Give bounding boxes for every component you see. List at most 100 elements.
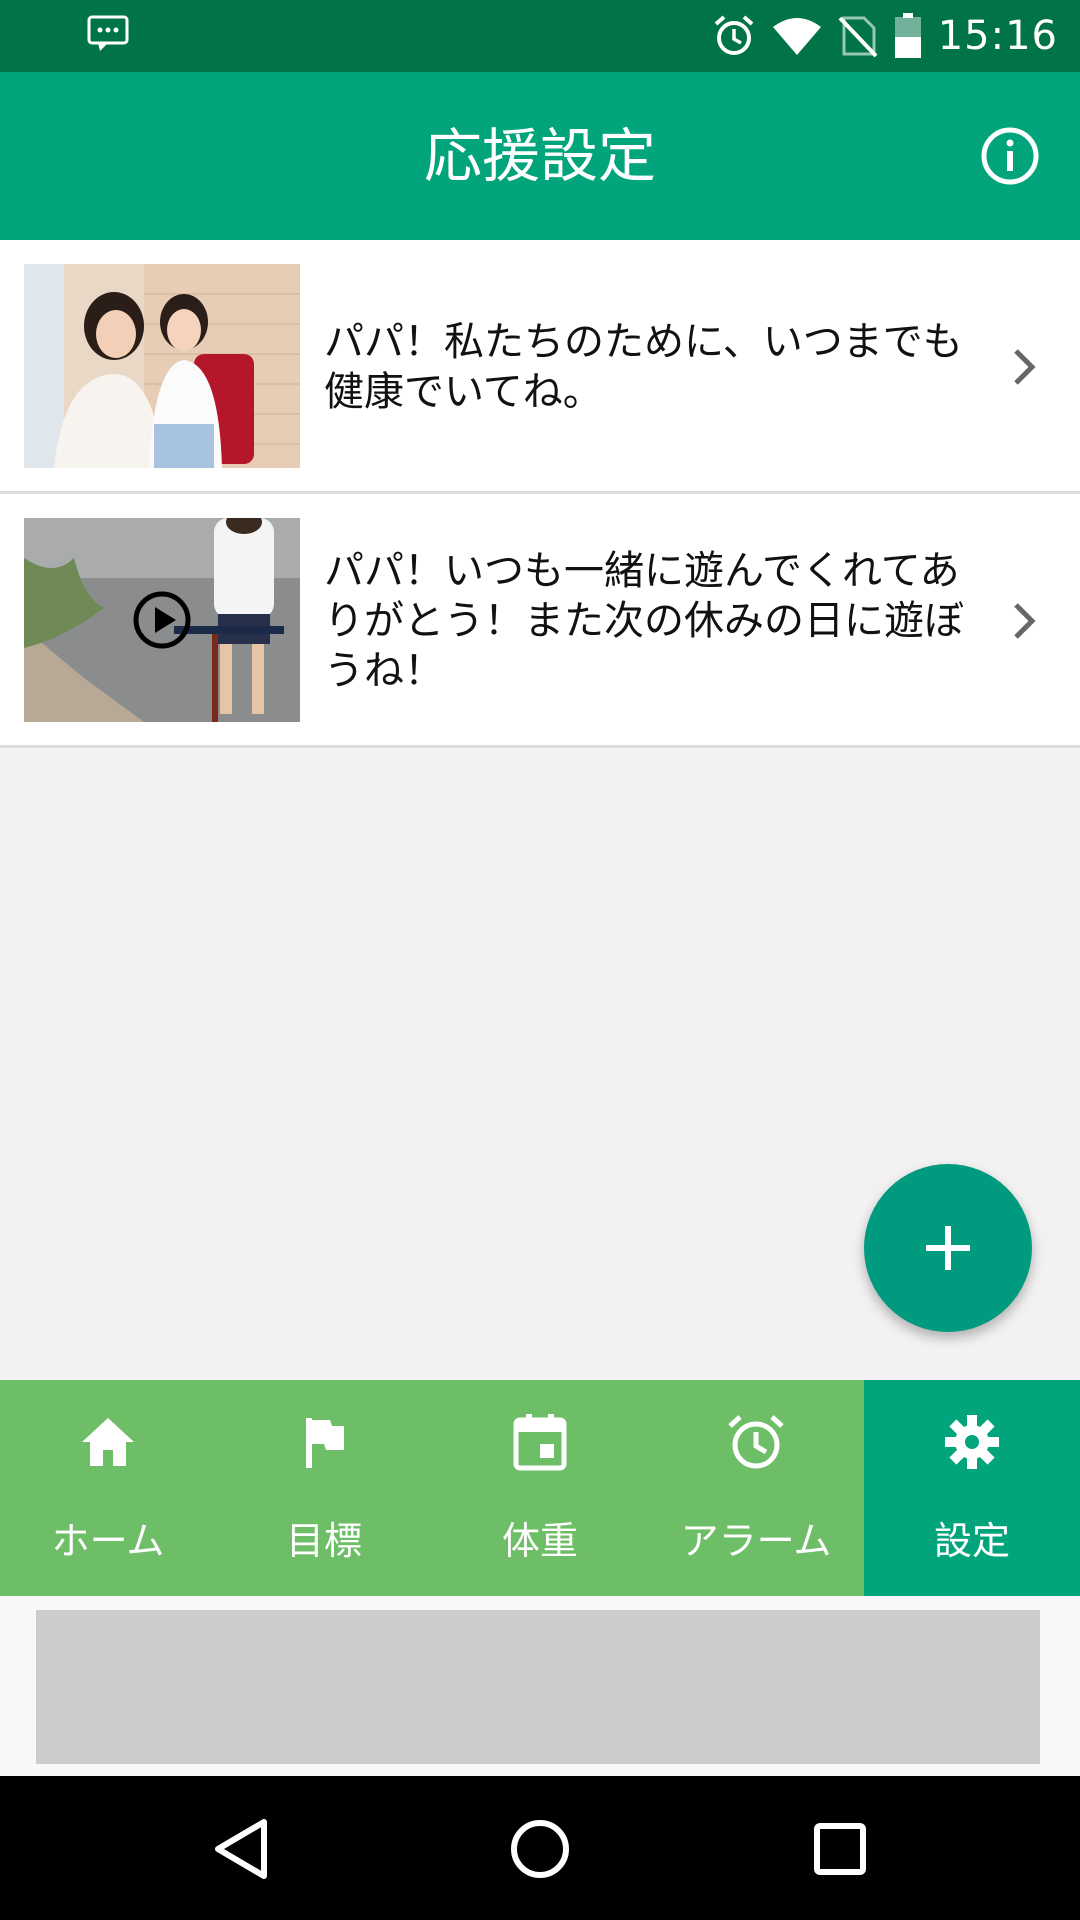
pattern-dot	[320, 1172, 340, 1192]
pattern-dot	[20, 932, 40, 952]
pattern-dot	[920, 1112, 940, 1132]
system-navigation-bar	[0, 1776, 1080, 1920]
nav-item-label: 目標	[285, 1519, 362, 1563]
nav-item-home[interactable]: ホーム	[0, 1380, 216, 1596]
pattern-dot	[260, 1352, 280, 1372]
info-icon[interactable]	[980, 126, 1040, 186]
no-sim-icon	[838, 16, 878, 58]
pattern-dot	[980, 932, 1000, 952]
pattern-dot	[620, 812, 640, 832]
pattern-dot	[620, 932, 640, 952]
pattern-dot	[1040, 812, 1060, 832]
pattern-dot	[860, 992, 880, 1012]
pattern-dot	[980, 1352, 1000, 1372]
pattern-dot	[380, 932, 400, 952]
pattern-dot	[80, 1052, 100, 1072]
pattern-dot	[920, 932, 940, 952]
add-button[interactable]	[864, 1164, 1032, 1332]
pattern-dot	[1040, 1232, 1060, 1252]
pattern-dot	[740, 872, 760, 892]
pattern-dot	[20, 812, 40, 832]
play-icon[interactable]	[132, 590, 192, 650]
pattern-dot	[500, 872, 520, 892]
nav-item-label: 体重	[501, 1519, 578, 1563]
pattern-dot	[680, 932, 700, 952]
pattern-dot	[740, 752, 760, 772]
pattern-dot	[320, 812, 340, 832]
pattern-dot	[500, 992, 520, 1012]
pattern-dot	[200, 1352, 220, 1372]
nav-item-weight[interactable]: 体重	[432, 1380, 648, 1596]
pattern-dot	[140, 812, 160, 832]
pattern-dot	[80, 752, 100, 772]
home-circle-icon[interactable]	[505, 1814, 575, 1884]
pattern-dot	[860, 1352, 880, 1372]
pattern-dot	[200, 1112, 220, 1132]
pattern-dot	[260, 1172, 280, 1192]
nav-item-label: 設定	[933, 1519, 1010, 1563]
pattern-dot	[260, 932, 280, 952]
pattern-dot	[380, 812, 400, 832]
pattern-dot	[800, 812, 820, 832]
pattern-dot	[860, 872, 880, 892]
home-icon	[82, 1418, 134, 1466]
ad-banner[interactable]	[36, 1610, 1040, 1764]
list-item[interactable]: パパ！いつも一緒に遊んでくれてありがとう！また次の休みの日に遊ぼうね！	[0, 494, 1080, 748]
pattern-dot	[440, 1112, 460, 1132]
pattern-dot	[800, 932, 820, 952]
chevron-right-icon	[1014, 603, 1036, 639]
pattern-dot	[140, 992, 160, 1012]
pattern-dot	[740, 812, 760, 832]
pattern-dot	[920, 1352, 940, 1372]
pattern-dot	[980, 1112, 1000, 1132]
pattern-dot	[500, 812, 520, 832]
pattern-dot	[20, 752, 40, 772]
chevron-right-icon	[1014, 349, 1036, 385]
pattern-dot	[440, 1232, 460, 1252]
pattern-dot	[320, 1352, 340, 1372]
pattern-dot	[860, 1292, 880, 1312]
list-item-text: パパ！私たちのために、いつまでも健康でいてね。	[324, 319, 963, 415]
pattern-dot	[560, 1052, 580, 1072]
pattern-dot	[80, 1232, 100, 1252]
pattern-dot	[980, 752, 1000, 772]
pattern-dot	[560, 752, 580, 772]
flag-icon	[306, 1418, 344, 1468]
pattern-dot	[500, 1232, 520, 1252]
nav-item-alarm[interactable]: アラーム	[648, 1380, 864, 1596]
pattern-dot	[1040, 752, 1060, 772]
pattern-dot	[740, 992, 760, 1012]
status-time: 15:16	[937, 13, 1058, 59]
pattern-dot	[320, 1292, 340, 1312]
pattern-dot	[740, 1172, 760, 1192]
nav-item-label: アラーム	[680, 1519, 832, 1563]
pattern-dot	[560, 992, 580, 1012]
pattern-dot	[500, 1292, 520, 1312]
pattern-dot	[260, 872, 280, 892]
pattern-dot	[200, 752, 220, 772]
pattern-dot	[320, 752, 340, 772]
pattern-dot	[140, 1052, 160, 1072]
pattern-dot	[140, 1172, 160, 1192]
pattern-dot	[440, 752, 460, 772]
pattern-dot	[680, 1292, 700, 1312]
back-icon[interactable]	[206, 1814, 276, 1884]
recents-icon[interactable]	[805, 1814, 875, 1884]
pattern-dot	[500, 752, 520, 772]
pattern-dot	[20, 872, 40, 892]
pattern-dot	[380, 992, 400, 1012]
pattern-dot	[920, 752, 940, 772]
pattern-dot	[860, 932, 880, 952]
pattern-dot	[320, 872, 340, 892]
calendar-icon	[513, 1414, 567, 1471]
pattern-dot	[560, 812, 580, 832]
pattern-dot	[380, 1292, 400, 1312]
pattern-dot	[80, 872, 100, 892]
list-item[interactable]: パパ！私たちのために、いつまでも健康でいてね。	[0, 240, 1080, 494]
pattern-dot	[620, 992, 640, 1012]
nav-item-goal[interactable]: 目標	[216, 1380, 432, 1596]
pattern-dot	[140, 1292, 160, 1312]
pattern-dot	[560, 932, 580, 952]
pattern-dot	[200, 1232, 220, 1252]
nav-item-settings[interactable]: 設定	[864, 1380, 1080, 1596]
